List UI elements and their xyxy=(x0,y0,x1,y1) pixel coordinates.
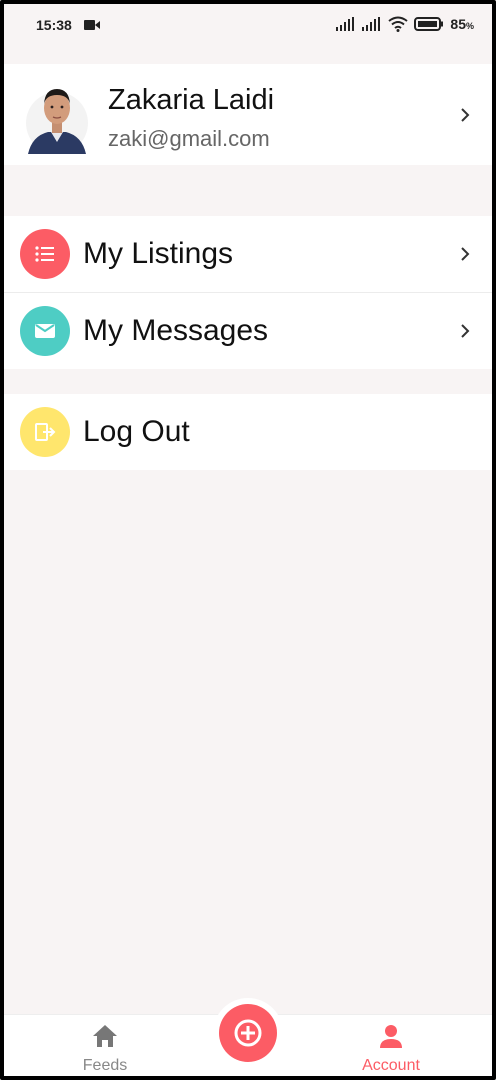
account-icon xyxy=(380,1025,402,1048)
logout-icon xyxy=(20,407,70,457)
menu-item-label: My Messages xyxy=(83,314,269,347)
wifi-icon xyxy=(388,16,409,32)
plus-circle-icon xyxy=(219,1004,277,1062)
list-icon xyxy=(20,229,70,279)
profile-card[interactable]: Zakaria Laidi zaki@gmail.com xyxy=(0,64,496,165)
menu-group: My Listings My Messages xyxy=(0,216,496,369)
tab-feeds[interactable]: Feeds xyxy=(35,1015,175,1077)
profile-email: zaki@gmail.com xyxy=(108,126,270,151)
battery-icon xyxy=(414,17,444,31)
logout-button[interactable]: Log Out xyxy=(0,394,496,470)
menu-item-my-listings[interactable]: My Listings xyxy=(0,216,496,292)
tab-feeds-label: Feeds xyxy=(82,1057,128,1074)
battery-level: 85% xyxy=(450,16,474,32)
menu-item-label: Log Out xyxy=(83,415,190,448)
avatar xyxy=(26,89,88,154)
add-listing-button[interactable] xyxy=(213,998,283,1068)
status-time: 15:38 xyxy=(36,17,72,33)
signal-icon xyxy=(336,17,355,31)
tab-account-label: Account xyxy=(362,1057,420,1074)
signal-icon-2 xyxy=(362,17,381,31)
menu-item-my-messages[interactable]: My Messages xyxy=(0,292,496,369)
video-camera-icon xyxy=(84,20,100,30)
home-icon xyxy=(93,1025,117,1047)
chevron-right-icon xyxy=(461,324,470,338)
tab-account[interactable]: Account xyxy=(321,1015,461,1077)
chevron-right-icon xyxy=(461,108,470,122)
status-right: 85% xyxy=(336,16,474,32)
menu-item-label: My Listings xyxy=(83,237,234,270)
email-icon xyxy=(20,306,70,356)
status-bar: 15:38 85% xyxy=(0,0,496,52)
logout-group: Log Out xyxy=(0,394,496,470)
profile-name: Zakaria Laidi xyxy=(108,84,275,116)
chevron-right-icon xyxy=(461,247,470,261)
